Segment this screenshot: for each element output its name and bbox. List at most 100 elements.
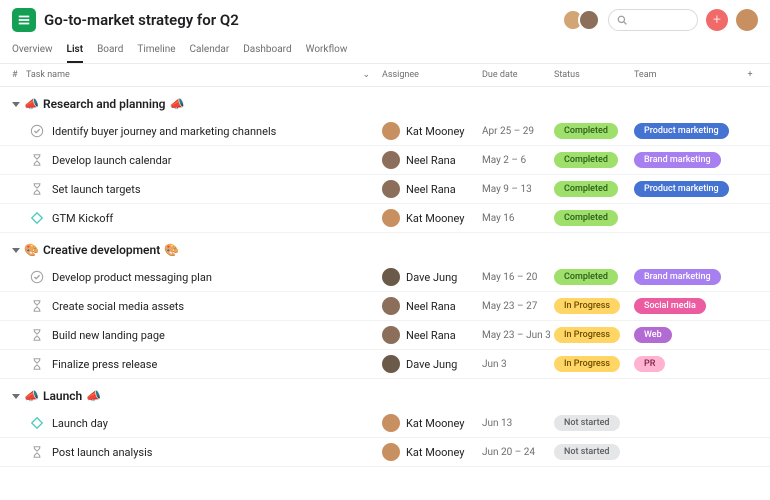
assignee-cell[interactable]: Neel Rana: [382, 151, 482, 169]
hourglass-icon: [30, 328, 44, 342]
due-cell[interactable]: May 16: [482, 213, 554, 224]
diamond-icon: [30, 416, 44, 430]
tab-board[interactable]: Board: [97, 40, 123, 63]
col-task[interactable]: Task name ⌄: [26, 70, 382, 80]
assignee-cell[interactable]: Dave Jung: [382, 355, 482, 373]
task-cell[interactable]: GTM Kickoff: [12, 211, 382, 225]
section-emoji: 🎨: [164, 243, 179, 257]
search-input[interactable]: [608, 9, 698, 31]
avatar[interactable]: [578, 9, 600, 31]
status-cell[interactable]: Completed: [554, 123, 634, 139]
assignee-cell[interactable]: Dave Jung: [382, 268, 482, 286]
add-button[interactable]: +: [706, 9, 728, 31]
status-cell[interactable]: In Progress: [554, 356, 634, 372]
task-row[interactable]: Develop product messaging planDave JungM…: [0, 263, 770, 292]
status-cell[interactable]: Completed: [554, 152, 634, 168]
assignee-name: Neel Rana: [406, 329, 456, 342]
project-logo[interactable]: [12, 8, 36, 32]
col-team[interactable]: Team: [634, 70, 742, 80]
task-row[interactable]: Launch day Kat Mooney Jun 13Not started: [0, 409, 770, 438]
due-cell[interactable]: Jun 20 – 24: [482, 447, 554, 458]
assignee-cell[interactable]: Kat Mooney: [382, 122, 482, 140]
tab-overview[interactable]: Overview: [12, 40, 53, 63]
due-cell[interactable]: May 23 – Jun 3: [482, 330, 554, 341]
member-avatars[interactable]: [568, 9, 600, 31]
section-header[interactable]: 📣Launch📣: [0, 379, 770, 409]
assignee-name: Kat Mooney: [406, 417, 464, 430]
team-cell[interactable]: Product marketing: [634, 123, 742, 139]
tab-calendar[interactable]: Calendar: [190, 40, 230, 63]
task-cell[interactable]: Set launch targets: [12, 182, 382, 196]
assignee-cell[interactable]: Neel Rana: [382, 180, 482, 198]
status-pill: Completed: [554, 210, 618, 226]
status-cell[interactable]: Completed: [554, 210, 634, 226]
task-row[interactable]: Create social media assetsNeel RanaMay 2…: [0, 292, 770, 321]
section-header[interactable]: 🎨Creative development🎨: [0, 233, 770, 263]
team-cell[interactable]: Brand marketing: [634, 269, 742, 285]
team-cell[interactable]: Web: [634, 327, 742, 343]
task-cell[interactable]: Launch day: [12, 416, 382, 430]
assignee-avatar: [382, 443, 400, 461]
due-cell[interactable]: May 9 – 13: [482, 184, 554, 195]
assignee-name: Kat Mooney: [406, 125, 464, 138]
tab-list[interactable]: List: [67, 40, 84, 63]
team-cell[interactable]: Social media: [634, 298, 742, 314]
status-cell[interactable]: Not started: [554, 444, 634, 460]
team-cell[interactable]: PR: [634, 356, 742, 372]
tab-workflow[interactable]: Workflow: [306, 40, 348, 63]
assignee-cell[interactable]: Neel Rana: [382, 326, 482, 344]
team-pill: Product marketing: [634, 181, 729, 197]
self-avatar[interactable]: [736, 9, 758, 31]
section-emoji: 📣: [170, 97, 185, 111]
assignee-cell[interactable]: Kat Mooney: [382, 443, 482, 461]
task-name: Identify buyer journey and marketing cha…: [52, 125, 276, 138]
status-cell[interactable]: Not started: [554, 415, 634, 431]
status-cell[interactable]: In Progress: [554, 327, 634, 343]
task-cell[interactable]: Build new landing page: [12, 328, 382, 342]
assignee-cell[interactable]: Kat Mooney: [382, 414, 482, 432]
team-cell[interactable]: Product marketing: [634, 181, 742, 197]
task-cell[interactable]: Create social media assets: [12, 299, 382, 313]
status-pill: Completed: [554, 152, 618, 168]
task-name: GTM Kickoff: [52, 212, 113, 225]
task-cell[interactable]: Develop product messaging plan: [12, 270, 382, 284]
col-assignee[interactable]: Assignee: [382, 70, 482, 80]
team-pill: Brand marketing: [634, 152, 721, 168]
due-cell[interactable]: May 23 – 27: [482, 301, 554, 312]
hourglass-icon: [30, 357, 44, 371]
status-cell[interactable]: In Progress: [554, 298, 634, 314]
task-row[interactable]: Post launch analysisKat MooneyJun 20 – 2…: [0, 438, 770, 467]
status-pill: In Progress: [554, 356, 620, 372]
assignee-cell[interactable]: Kat Mooney: [382, 209, 482, 227]
task-cell[interactable]: Finalize press release: [12, 357, 382, 371]
due-cell[interactable]: May 2 – 6: [482, 155, 554, 166]
tab-timeline[interactable]: Timeline: [137, 40, 175, 63]
task-row[interactable]: Set launch targets Neel Rana May 9 – 13Com…: [0, 175, 770, 204]
task-cell[interactable]: Develop launch calendar: [12, 153, 382, 167]
assignee-name: Neel Rana: [406, 183, 456, 196]
due-cell[interactable]: Jun 3: [482, 359, 554, 370]
col-due[interactable]: Due date: [482, 70, 554, 80]
task-cell[interactable]: Post launch analysis: [12, 445, 382, 459]
team-cell[interactable]: Brand marketing: [634, 152, 742, 168]
task-row[interactable]: Identify buyer journey and marketing cha…: [0, 117, 770, 146]
tab-dashboard[interactable]: Dashboard: [243, 40, 291, 63]
task-row[interactable]: Develop launch calendarNeel RanaMay 2 – …: [0, 146, 770, 175]
add-column-button[interactable]: +: [742, 70, 758, 80]
assignee-avatar: [382, 268, 400, 286]
task-cell[interactable]: Identify buyer journey and marketing cha…: [12, 124, 382, 138]
task-row[interactable]: Finalize press releaseDave JungJun 3In P…: [0, 350, 770, 379]
team-pill: Social media: [634, 298, 706, 314]
status-pill: In Progress: [554, 298, 620, 314]
due-cell[interactable]: Apr 25 – 29: [482, 126, 554, 137]
due-cell[interactable]: May 16 – 20: [482, 272, 554, 283]
section-header[interactable]: 📣Research and planning📣: [0, 87, 770, 117]
hourglass-icon: [30, 153, 44, 167]
status-cell[interactable]: Completed: [554, 269, 634, 285]
task-row[interactable]: GTM Kickoff Kat MooneyMay 16Completed: [0, 204, 770, 233]
due-cell[interactable]: Jun 13: [482, 418, 554, 429]
status-cell[interactable]: Completed: [554, 181, 634, 197]
assignee-cell[interactable]: Neel Rana: [382, 297, 482, 315]
task-row[interactable]: Build new landing page Neel Rana May 23 – …: [0, 321, 770, 350]
col-status[interactable]: Status: [554, 70, 634, 80]
